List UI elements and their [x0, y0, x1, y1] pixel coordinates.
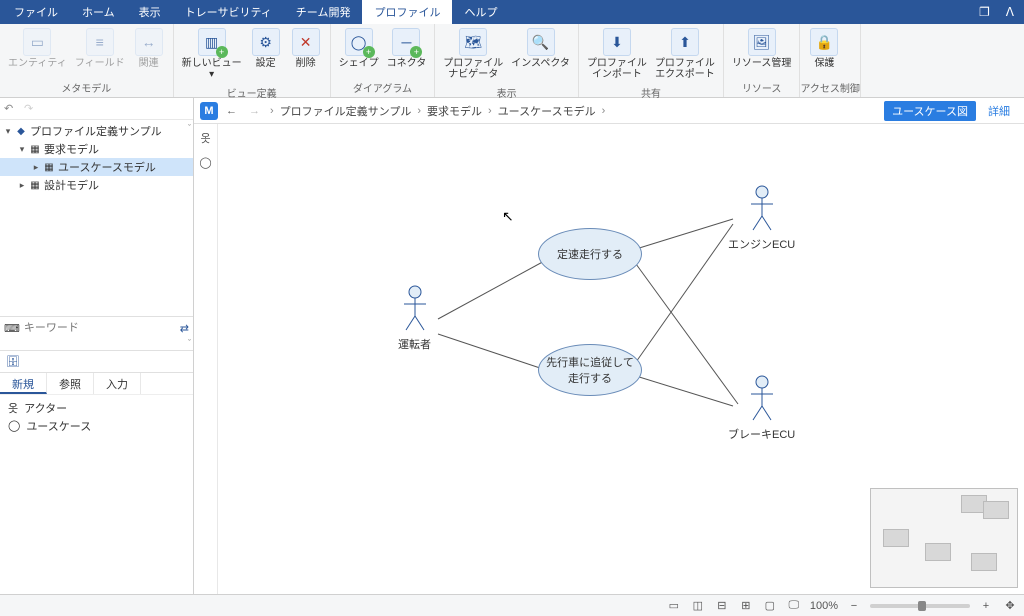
menu-tab-home[interactable]: ホーム [70, 0, 127, 24]
tab-input[interactable]: 入力 [94, 373, 141, 394]
diagram-toolbox: 옷 ◯ [194, 124, 218, 594]
filter-icon[interactable]: ⇄ [180, 322, 189, 335]
menu-tab-traceability[interactable]: トレーサビリティ [173, 0, 284, 24]
ribbon-protect-button[interactable]: 🔒保護 [804, 26, 844, 71]
tree-item-root[interactable]: ▾◆プロファイル定義サンプル [0, 122, 193, 140]
ribbon-entity-button[interactable]: ▭エンティティ [4, 26, 71, 71]
actor-icon: 옷 [8, 400, 18, 416]
usecase-follow-lead[interactable]: 先行車に追従して 走行する [538, 344, 642, 396]
crumb-2[interactable]: ユースケースモデル [498, 103, 596, 119]
tool-usecase-icon[interactable]: ◯ [198, 154, 214, 170]
tab-new[interactable]: 新規 [0, 373, 47, 394]
ribbon-group-resource: リソース [724, 79, 800, 97]
usecase-label: 先行車に追従して 走行する [546, 354, 634, 386]
ribbon-profile-import-button[interactable]: ⬇プロファイル インポート [583, 26, 651, 82]
ribbon-field-button[interactable]: ≡フィールド [71, 26, 129, 71]
actor-label: 運転者 [398, 336, 431, 352]
ribbon-group-access: アクセス制御 [800, 79, 860, 97]
menu-bar: ファイル ホーム 表示 トレーサビリティ チーム開発 プロファイル ヘルプ ❐ … [0, 0, 1024, 24]
diagram-canvas[interactable]: 運転者 エンジンECU ブレーキECU 定速走行する 先行車に追従して 走行する [218, 124, 1024, 594]
ribbon-resource-mgmt-button[interactable]: 🖼リソース管理 [728, 26, 796, 71]
ribbon-delete-button[interactable]: ✕削除 [286, 26, 326, 71]
actor-brake-ecu[interactable]: ブレーキECU [728, 374, 795, 442]
palette-list: 옷 アクター ◯ ユースケース [0, 394, 193, 595]
menu-tab-help[interactable]: ヘルプ [452, 0, 509, 24]
palette-tabs: 新規 参照 入力 [0, 372, 193, 394]
layout-3-icon[interactable]: ⊟ [714, 599, 730, 612]
status-bar: ▭ ◫ ⊟ ⊞ ▢ 🖵 100% − + ✥ [0, 594, 1024, 616]
crumb-1[interactable]: 要求モデル [427, 103, 482, 119]
fit-icon[interactable]: ✥ [1002, 599, 1018, 612]
actor-icon [400, 284, 430, 334]
usecase-label: 定速走行する [557, 246, 623, 262]
presentation-icon[interactable]: ▢ [762, 599, 778, 612]
window-restore-icon[interactable]: ❐ [971, 5, 998, 19]
model-chip[interactable]: M [200, 102, 218, 120]
layout-4-icon[interactable]: ⊞ [738, 599, 754, 612]
zoom-value: 100% [810, 600, 838, 612]
minimap[interactable] [870, 488, 1018, 588]
palette-actor[interactable]: 옷 アクター [8, 399, 185, 417]
ribbon-profile-export-button[interactable]: ⬆プロファイル エクスポート [651, 26, 719, 82]
detail-link[interactable]: 詳細 [980, 103, 1018, 119]
diagram-type-tag[interactable]: ユースケース図 [884, 101, 976, 121]
ribbon: ▭エンティティ ≡フィールド ↔関連 メタモデル ▥+新しいビュー ▾ ⚙設定 … [0, 24, 1024, 98]
menu-tab-view[interactable]: 表示 [127, 0, 173, 24]
zoom-in-icon[interactable]: + [978, 600, 994, 612]
sidebar: ↶ ↷ ˇ ▾◆プロファイル定義サンプル ▾▦要求モデル ▸▦ユースケースモデル… [0, 98, 194, 594]
menu-tab-profile[interactable]: プロファイル [362, 0, 452, 24]
sidebar-toolbar: ↶ ↷ [0, 98, 193, 120]
ribbon-group-diagram: ダイアグラム [331, 79, 435, 97]
nav-forward-icon[interactable]: → [245, 105, 264, 117]
zoom-slider[interactable] [870, 604, 970, 608]
keyword-icon: ⌨ [4, 322, 20, 335]
panel-toolbox-icon[interactable]: 🗄 [0, 350, 193, 372]
layout-2-icon[interactable]: ◫ [690, 599, 706, 612]
panel-collapse-icon[interactable]: ˇ [188, 338, 191, 348]
layout-1-icon[interactable]: ▭ [666, 599, 682, 612]
actor-driver[interactable]: 運転者 [398, 284, 431, 352]
usecase-constant-speed[interactable]: 定速走行する [538, 228, 642, 280]
ribbon-inspector-button[interactable]: 🔍インスペクタ [507, 26, 574, 71]
breadcrumb-bar: M ← → › プロファイル定義サンプル › 要求モデル › ユースケースモデル… [194, 98, 1024, 124]
nav-back-icon[interactable]: ← [222, 105, 241, 117]
actor-icon [747, 374, 777, 424]
ribbon-profile-nav-button[interactable]: 🗺プロファイル ナビゲータ [439, 26, 507, 82]
ribbon-group-metamodel: メタモデル [0, 79, 173, 97]
search-input[interactable] [24, 322, 176, 334]
ellipse-icon: ◯ [8, 419, 20, 432]
tree-item-req-model[interactable]: ▾▦要求モデル [0, 140, 193, 158]
tree-item-usecase-model[interactable]: ▸▦ユースケースモデル [0, 158, 193, 176]
ribbon-shape-button[interactable]: ◯+シェイプ [335, 26, 383, 71]
actor-engine-ecu[interactable]: エンジンECU [728, 184, 795, 252]
tab-ref[interactable]: 参照 [47, 373, 94, 394]
actor-label: ブレーキECU [728, 426, 795, 442]
ribbon-collapse-icon[interactable]: ᐱ [998, 5, 1022, 19]
tree-item-design-model[interactable]: ▸▦設計モデル [0, 176, 193, 194]
display-icon[interactable]: 🖵 [786, 599, 802, 612]
actor-icon [747, 184, 777, 234]
ribbon-settings-button[interactable]: ⚙設定 [246, 26, 286, 71]
menu-tab-file[interactable]: ファイル [2, 0, 70, 24]
undo-icon[interactable]: ↶ [4, 102, 18, 116]
palette-usecase[interactable]: ◯ ユースケース [8, 417, 185, 435]
zoom-out-icon[interactable]: − [846, 600, 862, 612]
model-tree: ˇ ▾◆プロファイル定義サンプル ▾▦要求モデル ▸▦ユースケースモデル ▸▦設… [0, 120, 193, 316]
tool-actor-icon[interactable]: 옷 [198, 130, 214, 146]
tree-collapse-icon[interactable]: ˇ [188, 123, 191, 133]
actor-label: エンジンECU [728, 236, 795, 252]
crumb-0[interactable]: プロファイル定義サンプル [280, 103, 412, 119]
ribbon-connector-button[interactable]: ─+コネクタ [383, 26, 431, 71]
redo-icon[interactable]: ↷ [24, 102, 38, 116]
cursor-icon: ↖ [502, 208, 514, 225]
ribbon-relation-button[interactable]: ↔関連 [129, 26, 169, 71]
sidebar-search: ⌨ ⇄ [0, 316, 193, 340]
canvas-area: M ← → › プロファイル定義サンプル › 要求モデル › ユースケースモデル… [194, 98, 1024, 594]
ribbon-newview-button[interactable]: ▥+新しいビュー ▾ [178, 26, 246, 82]
menu-tab-team[interactable]: チーム開発 [284, 0, 363, 24]
